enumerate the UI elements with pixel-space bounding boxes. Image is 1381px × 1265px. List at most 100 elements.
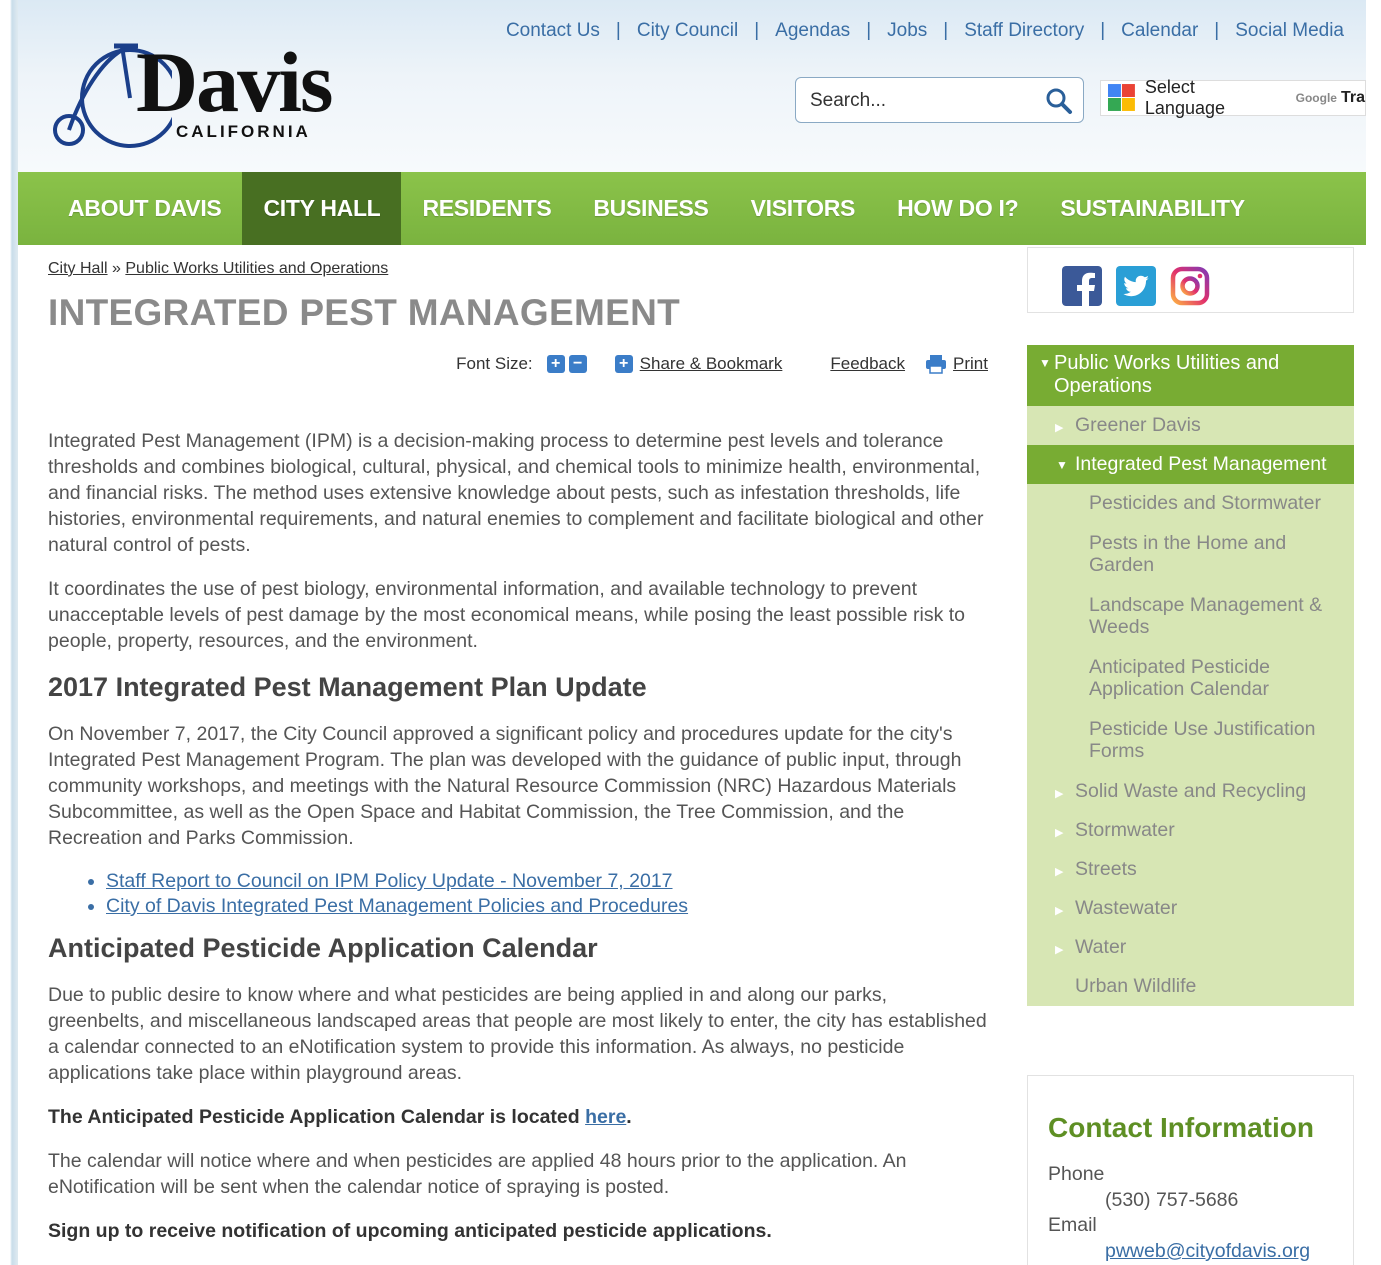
sidenav-item-label: Stormwater bbox=[1075, 819, 1175, 841]
sidenav-item-label: Streets bbox=[1075, 858, 1137, 880]
sidenav-item-solid-waste[interactable]: ▶ Solid Waste and Recycling bbox=[1027, 772, 1354, 811]
contact-information-box: Contact Information Phone (530) 757-5686… bbox=[1027, 1075, 1354, 1265]
nav-visitors[interactable]: VISITORS bbox=[730, 172, 877, 245]
calendar-location-period: . bbox=[626, 1106, 632, 1128]
sidenav-item-stormwater[interactable]: ▶ Stormwater bbox=[1027, 811, 1354, 850]
staff-report-link[interactable]: Staff Report to Council on IPM Policy Up… bbox=[106, 870, 673, 892]
toplink-staff-directory[interactable]: Staff Directory bbox=[964, 20, 1084, 42]
font-decrease-button[interactable]: − bbox=[568, 355, 587, 373]
left-edge-strip bbox=[0, 0, 18, 1265]
sidenav-item-label: Water bbox=[1075, 936, 1127, 958]
nav-how-do-i[interactable]: HOW DO I? bbox=[876, 172, 1039, 245]
sidenav-item-water[interactable]: ▶ Water bbox=[1027, 928, 1354, 967]
logo-text: Davis bbox=[136, 34, 333, 130]
calendar-paragraph-1: Due to public desire to know where and w… bbox=[48, 984, 987, 1084]
logo-subtitle: CALIFORNIA bbox=[176, 122, 311, 141]
search-icon[interactable] bbox=[1045, 87, 1073, 115]
sidenav-subitem-pesticides-stormwater[interactable]: Pesticides and Stormwater bbox=[1027, 484, 1354, 524]
sidenav-item-label: Solid Waste and Recycling bbox=[1075, 780, 1307, 802]
google-logo: Google bbox=[1295, 91, 1337, 105]
page-tools: Font Size: + − + Share & Bookmark Feedba… bbox=[456, 354, 988, 374]
sidenav-item-wastewater[interactable]: ▶ Wastewater bbox=[1027, 889, 1354, 928]
facebook-icon[interactable] bbox=[1062, 266, 1102, 306]
nav-sustainability[interactable]: SUSTAINABILITY bbox=[1039, 172, 1265, 245]
phone-label: Phone bbox=[1048, 1163, 1105, 1185]
sidenav-item-integrated-pest-management[interactable]: ▼ Integrated Pest Management bbox=[1027, 445, 1354, 484]
google-translate-widget[interactable]: Select Language Google Tra bbox=[1100, 77, 1366, 118]
social-links-box bbox=[1027, 247, 1354, 313]
toplink-jobs[interactable]: Jobs bbox=[887, 20, 927, 42]
separator: | bbox=[1214, 20, 1220, 41]
select-language-label: Select Language bbox=[1144, 77, 1225, 118]
contact-title: Contact Information bbox=[1048, 1112, 1314, 1143]
sidenav-item-label: Greener Davis bbox=[1075, 414, 1201, 436]
toplink-social-media[interactable]: Social Media bbox=[1235, 20, 1344, 42]
chevron-right-icon: ▶ bbox=[1055, 827, 1064, 839]
toplink-agendas[interactable]: Agendas bbox=[775, 20, 850, 42]
sidenav-item-urban-wildlife[interactable]: Urban Wildlife bbox=[1027, 967, 1354, 1006]
email-link[interactable]: pwweb@cityofdavis.org bbox=[1105, 1240, 1310, 1262]
toplink-city-council[interactable]: City Council bbox=[637, 20, 738, 42]
main-content: City Hall » Public Works Utilities and O… bbox=[48, 260, 988, 1242]
email-label: Email bbox=[1048, 1214, 1097, 1236]
breadcrumb-city-hall[interactable]: City Hall bbox=[48, 260, 108, 277]
search-input[interactable] bbox=[810, 88, 1030, 114]
calendar-location-text: The Anticipated Pesticide Application Ca… bbox=[48, 1106, 586, 1128]
caret-down-icon: ▼ bbox=[1039, 356, 1051, 370]
list-item: City of Davis Integrated Pest Management… bbox=[106, 894, 988, 919]
sidenav-item-greener-davis[interactable]: ▶ Greener Davis bbox=[1027, 406, 1354, 445]
chevron-right-icon: ▶ bbox=[1055, 422, 1064, 434]
translate-truncated-label: Tra bbox=[1340, 89, 1365, 106]
article-body: Integrated Pest Management (IPM) is a de… bbox=[48, 428, 988, 1262]
sidenav-section-title[interactable]: ▼ Public Works Utilities and Operations bbox=[1027, 345, 1354, 406]
sidenav-subitem-justification-forms[interactable]: Pesticide Use Justification Forms bbox=[1027, 710, 1354, 772]
separator: | bbox=[615, 20, 621, 41]
intro-paragraph-1: Integrated Pest Management (IPM) is a de… bbox=[48, 430, 984, 556]
sidenav-item-streets[interactable]: ▶ Streets bbox=[1027, 850, 1354, 889]
font-size-label: Font Size: bbox=[456, 354, 533, 373]
breadcrumb-separator: » bbox=[112, 260, 121, 277]
printer-icon[interactable] bbox=[925, 354, 947, 374]
breadcrumb: City Hall » Public Works Utilities and O… bbox=[48, 260, 988, 278]
page-title: INTEGRATED PEST MANAGEMENT bbox=[48, 292, 681, 333]
chevron-right-icon: ▶ bbox=[1055, 905, 1064, 917]
heading-plan-update: 2017 Integrated Pest Management Plan Upd… bbox=[48, 672, 647, 702]
section-side-nav: ▼ Public Works Utilities and Operations … bbox=[1027, 345, 1354, 1006]
sidenav-subitem-pesticide-calendar[interactable]: Anticipated Pesticide Application Calend… bbox=[1027, 648, 1354, 710]
instagram-icon[interactable] bbox=[1170, 266, 1210, 306]
top-utility-links: Contact Us | City Council | Agendas | Jo… bbox=[506, 20, 1344, 42]
nav-business[interactable]: BUSINESS bbox=[572, 172, 729, 245]
nav-residents[interactable]: RESIDENTS bbox=[401, 172, 572, 245]
search-box bbox=[795, 77, 1084, 123]
page: Davis CALIFORNIA Contact Us | City Counc… bbox=[18, 0, 1366, 1265]
share-bookmark-link[interactable]: Share & Bookmark bbox=[640, 354, 783, 374]
sidenav-subitem-pests-home-garden[interactable]: Pests in the Home and Garden bbox=[1027, 524, 1354, 586]
nav-city-hall[interactable]: CITY HALL bbox=[242, 172, 402, 245]
breadcrumb-public-works[interactable]: Public Works Utilities and Operations bbox=[125, 260, 388, 277]
sidenav-subitem-landscape-management[interactable]: Landscape Management & Weeds bbox=[1027, 586, 1354, 648]
feedback-link[interactable]: Feedback bbox=[830, 354, 905, 374]
main-nav: ABOUT DAVIS CITY HALL RESIDENTS BUSINESS… bbox=[18, 172, 1366, 245]
sidenav-item-label: Urban Wildlife bbox=[1075, 975, 1197, 997]
sidenav-item-label: Wastewater bbox=[1075, 897, 1178, 919]
heading-calendar: Anticipated Pesticide Application Calend… bbox=[48, 933, 598, 963]
caret-down-icon: ▼ bbox=[1056, 458, 1068, 472]
phone-value: (530) 757-5686 bbox=[1105, 1189, 1239, 1211]
davis-logo[interactable]: Davis CALIFORNIA bbox=[52, 32, 362, 156]
chevron-right-icon: ▶ bbox=[1055, 788, 1064, 800]
separator: | bbox=[754, 20, 760, 41]
separator: | bbox=[1100, 20, 1106, 41]
ipm-policies-link[interactable]: City of Davis Integrated Pest Management… bbox=[106, 895, 688, 917]
sidenav-item-label: Integrated Pest Management bbox=[1075, 453, 1327, 475]
nav-about-davis[interactable]: ABOUT DAVIS bbox=[18, 172, 242, 245]
calendar-here-link[interactable]: here bbox=[585, 1106, 626, 1128]
list-item: Staff Report to Council on IPM Policy Up… bbox=[106, 869, 988, 894]
print-link[interactable]: Print bbox=[953, 354, 988, 374]
twitter-icon[interactable] bbox=[1116, 266, 1156, 306]
font-increase-button[interactable]: + bbox=[546, 355, 565, 373]
sidenav-section-label: Public Works Utilities and Operations bbox=[1054, 352, 1280, 397]
plan-paragraph: On November 7, 2017, the City Council ap… bbox=[48, 723, 962, 849]
chevron-right-icon: ▶ bbox=[1055, 944, 1064, 956]
toplink-calendar[interactable]: Calendar bbox=[1121, 20, 1198, 42]
toplink-contact-us[interactable]: Contact Us bbox=[506, 20, 600, 42]
